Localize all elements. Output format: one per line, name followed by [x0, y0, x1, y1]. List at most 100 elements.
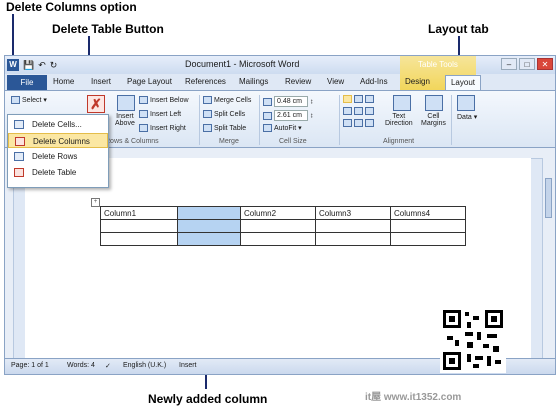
tab-design[interactable]: Design	[405, 77, 430, 86]
callout-delete-table: Delete Table Button	[52, 22, 164, 36]
autofit-button[interactable]: AutoFit ▾	[263, 124, 302, 133]
minimize-icon[interactable]: –	[501, 58, 517, 70]
insert-above-button[interactable]: Insert Above	[115, 113, 135, 127]
alignment-row	[343, 107, 376, 115]
table-cell[interactable]	[390, 219, 466, 233]
data-button[interactable]: Data ▾	[457, 113, 477, 121]
select-label: Select	[22, 97, 42, 104]
group-alignment: Alignment	[383, 138, 415, 145]
text-direction-label-2: Direction	[385, 120, 413, 127]
table-cell[interactable]	[100, 219, 178, 233]
table-cell[interactable]: Columns4	[390, 206, 466, 220]
tab-home[interactable]: Home	[53, 77, 74, 86]
row-height-icon	[263, 97, 272, 106]
delete-table-button[interactable]: ✗	[87, 95, 105, 113]
window-controls: – □ ✕	[501, 58, 553, 70]
delete-menu: Delete Cells... Delete Columns Delete Ro…	[7, 114, 109, 188]
redo-icon[interactable]: ↻	[50, 59, 58, 71]
column-width-field[interactable]: 2.61 cm ↕	[263, 110, 313, 121]
align-top-center-icon[interactable]	[354, 95, 363, 103]
new-column-cell[interactable]	[177, 206, 241, 220]
align-middle-right-icon[interactable]	[365, 107, 374, 115]
callout-delete-columns: Delete Columns option	[6, 0, 137, 14]
tab-add-ins[interactable]: Add-Ins	[360, 77, 388, 86]
ribbon-tabs: File Home Insert Page Layout References …	[5, 75, 555, 90]
select-button[interactable]: Select ▾	[11, 96, 47, 105]
close-icon[interactable]: ✕	[537, 58, 553, 70]
insert-below-label: Insert Below	[150, 96, 189, 104]
proofing-icon[interactable]: ✓	[105, 362, 111, 370]
column-width-value[interactable]: 2.61 cm	[274, 110, 308, 121]
insert-right-label: Insert Right	[150, 124, 186, 132]
row-height-field[interactable]: 0.48 cm ↕	[263, 96, 313, 107]
insert-left-icon	[139, 110, 148, 118]
table-move-handle-icon[interactable]: +	[91, 198, 100, 207]
tab-mailings[interactable]: Mailings	[239, 77, 268, 86]
tab-page-layout[interactable]: Page Layout	[127, 77, 172, 86]
new-column-cell[interactable]	[177, 232, 241, 246]
group-separator	[339, 95, 340, 145]
undo-icon[interactable]: ↶	[38, 59, 46, 71]
table-cell[interactable]	[315, 219, 391, 233]
insert-left-button[interactable]: Insert Left	[139, 110, 181, 118]
delete-cells-icon	[14, 120, 24, 129]
maximize-icon[interactable]: □	[519, 58, 535, 70]
tab-file[interactable]: File	[7, 75, 47, 90]
delete-columns-label: Delete Columns	[33, 137, 90, 146]
align-top-left-icon[interactable]	[343, 95, 352, 103]
tab-insert[interactable]: Insert	[91, 77, 111, 86]
table-cell[interactable]: Column3	[315, 206, 391, 220]
tab-layout[interactable]: Layout	[445, 75, 481, 90]
table-row	[100, 232, 466, 246]
tab-review[interactable]: Review	[285, 77, 311, 86]
group-separator	[451, 95, 452, 145]
text-direction-button[interactable]: Text Direction	[385, 113, 413, 127]
merge-cells-icon	[203, 96, 212, 104]
insert-above-label-1: Insert	[116, 113, 134, 120]
table-cell[interactable]: Column1	[100, 206, 178, 220]
merge-cells-button[interactable]: Merge Cells	[203, 96, 251, 104]
delete-rows-label: Delete Rows	[32, 152, 78, 161]
group-merge: Merge	[219, 138, 239, 145]
group-cell-size: Cell Size	[279, 138, 307, 145]
align-top-right-icon[interactable]	[365, 95, 374, 103]
align-bottom-left-icon[interactable]	[343, 119, 352, 127]
align-middle-left-icon[interactable]	[343, 107, 352, 115]
insert-below-button[interactable]: Insert Below	[139, 96, 189, 104]
insert-right-icon	[139, 124, 148, 132]
split-cells-button[interactable]: Split Cells	[203, 110, 245, 118]
delete-cells-item[interactable]: Delete Cells...	[8, 117, 108, 132]
row-height-value[interactable]: 0.48 cm	[274, 96, 308, 107]
title-bar: W 💾 ↶ ↻ Document1 - Microsoft Word Table…	[5, 56, 555, 90]
delete-table-item[interactable]: Delete Table	[8, 165, 108, 180]
delete-rows-item[interactable]: Delete Rows	[8, 149, 108, 164]
insert-above-label-2: Above	[115, 120, 135, 127]
cell-margins-button[interactable]: Cell Margins	[421, 113, 446, 127]
save-icon[interactable]: 💾	[23, 59, 34, 71]
status-language[interactable]: English (U.K.)	[123, 362, 166, 369]
align-bottom-center-icon[interactable]	[354, 119, 363, 127]
alignment-row	[343, 95, 376, 103]
status-words[interactable]: Words: 4	[67, 362, 95, 369]
split-table-button[interactable]: Split Table	[203, 124, 246, 132]
table-cell[interactable]	[315, 232, 391, 246]
status-page[interactable]: Page: 1 of 1	[11, 362, 49, 369]
table-cell[interactable]: Column2	[240, 206, 316, 220]
align-bottom-right-icon[interactable]	[365, 119, 374, 127]
scrollbar-thumb[interactable]	[545, 178, 552, 218]
text-direction-icon	[393, 95, 411, 111]
table-cell[interactable]	[390, 232, 466, 246]
insert-right-button[interactable]: Insert Right	[139, 124, 186, 132]
status-mode[interactable]: Insert	[179, 362, 197, 369]
table-cell[interactable]	[240, 232, 316, 246]
vertical-scrollbar[interactable]	[542, 158, 555, 360]
table-cell[interactable]	[100, 232, 178, 246]
tab-references[interactable]: References	[185, 77, 226, 86]
table-cell[interactable]	[240, 219, 316, 233]
tab-view[interactable]: View	[327, 77, 344, 86]
callout-new-column: Newly added column	[148, 392, 268, 406]
new-column-cell[interactable]	[177, 219, 241, 233]
delete-columns-item[interactable]: Delete Columns	[8, 133, 108, 148]
autofit-icon	[263, 124, 272, 133]
align-middle-center-icon[interactable]	[354, 107, 363, 115]
